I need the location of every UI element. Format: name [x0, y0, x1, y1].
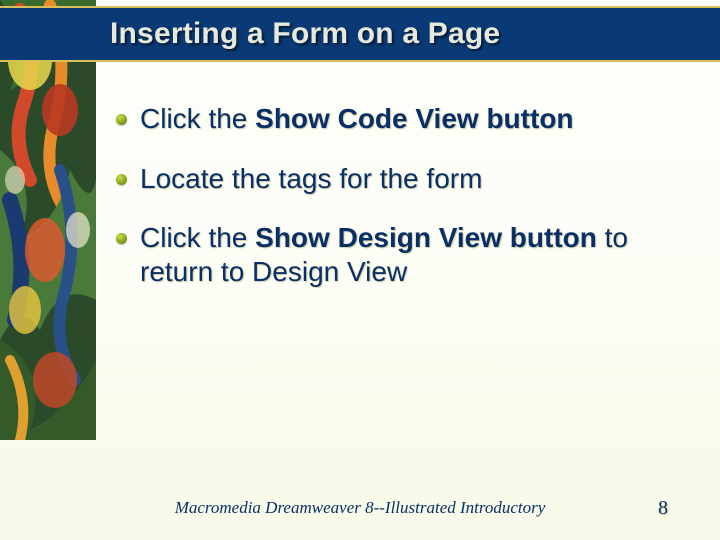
bullet-text-pre: Click the	[140, 222, 255, 253]
content-area: Click the Show Code View button Locate t…	[116, 102, 696, 314]
title-bar: Inserting a Form on a Page	[0, 6, 720, 62]
bullet-text-pre: Locate the tags for the form	[140, 163, 482, 194]
bullet-text-pre: Click the	[140, 103, 255, 134]
bullet-item: Click the Show Code View button	[116, 102, 696, 136]
sidebar-decorative-art	[0, 0, 96, 440]
page-number: 8	[658, 497, 668, 520]
slide-title: Inserting a Form on a Page	[110, 17, 700, 51]
footer-text: Macromedia Dreamweaver 8--Illustrated In…	[0, 498, 720, 518]
bullet-item: Locate the tags for the form	[116, 162, 696, 196]
bullet-item: Click the Show Design View button to ret…	[116, 221, 696, 288]
bullet-text-bold: Show Code View button	[255, 103, 573, 134]
bullet-text-bold: Show Design View button	[255, 222, 597, 253]
